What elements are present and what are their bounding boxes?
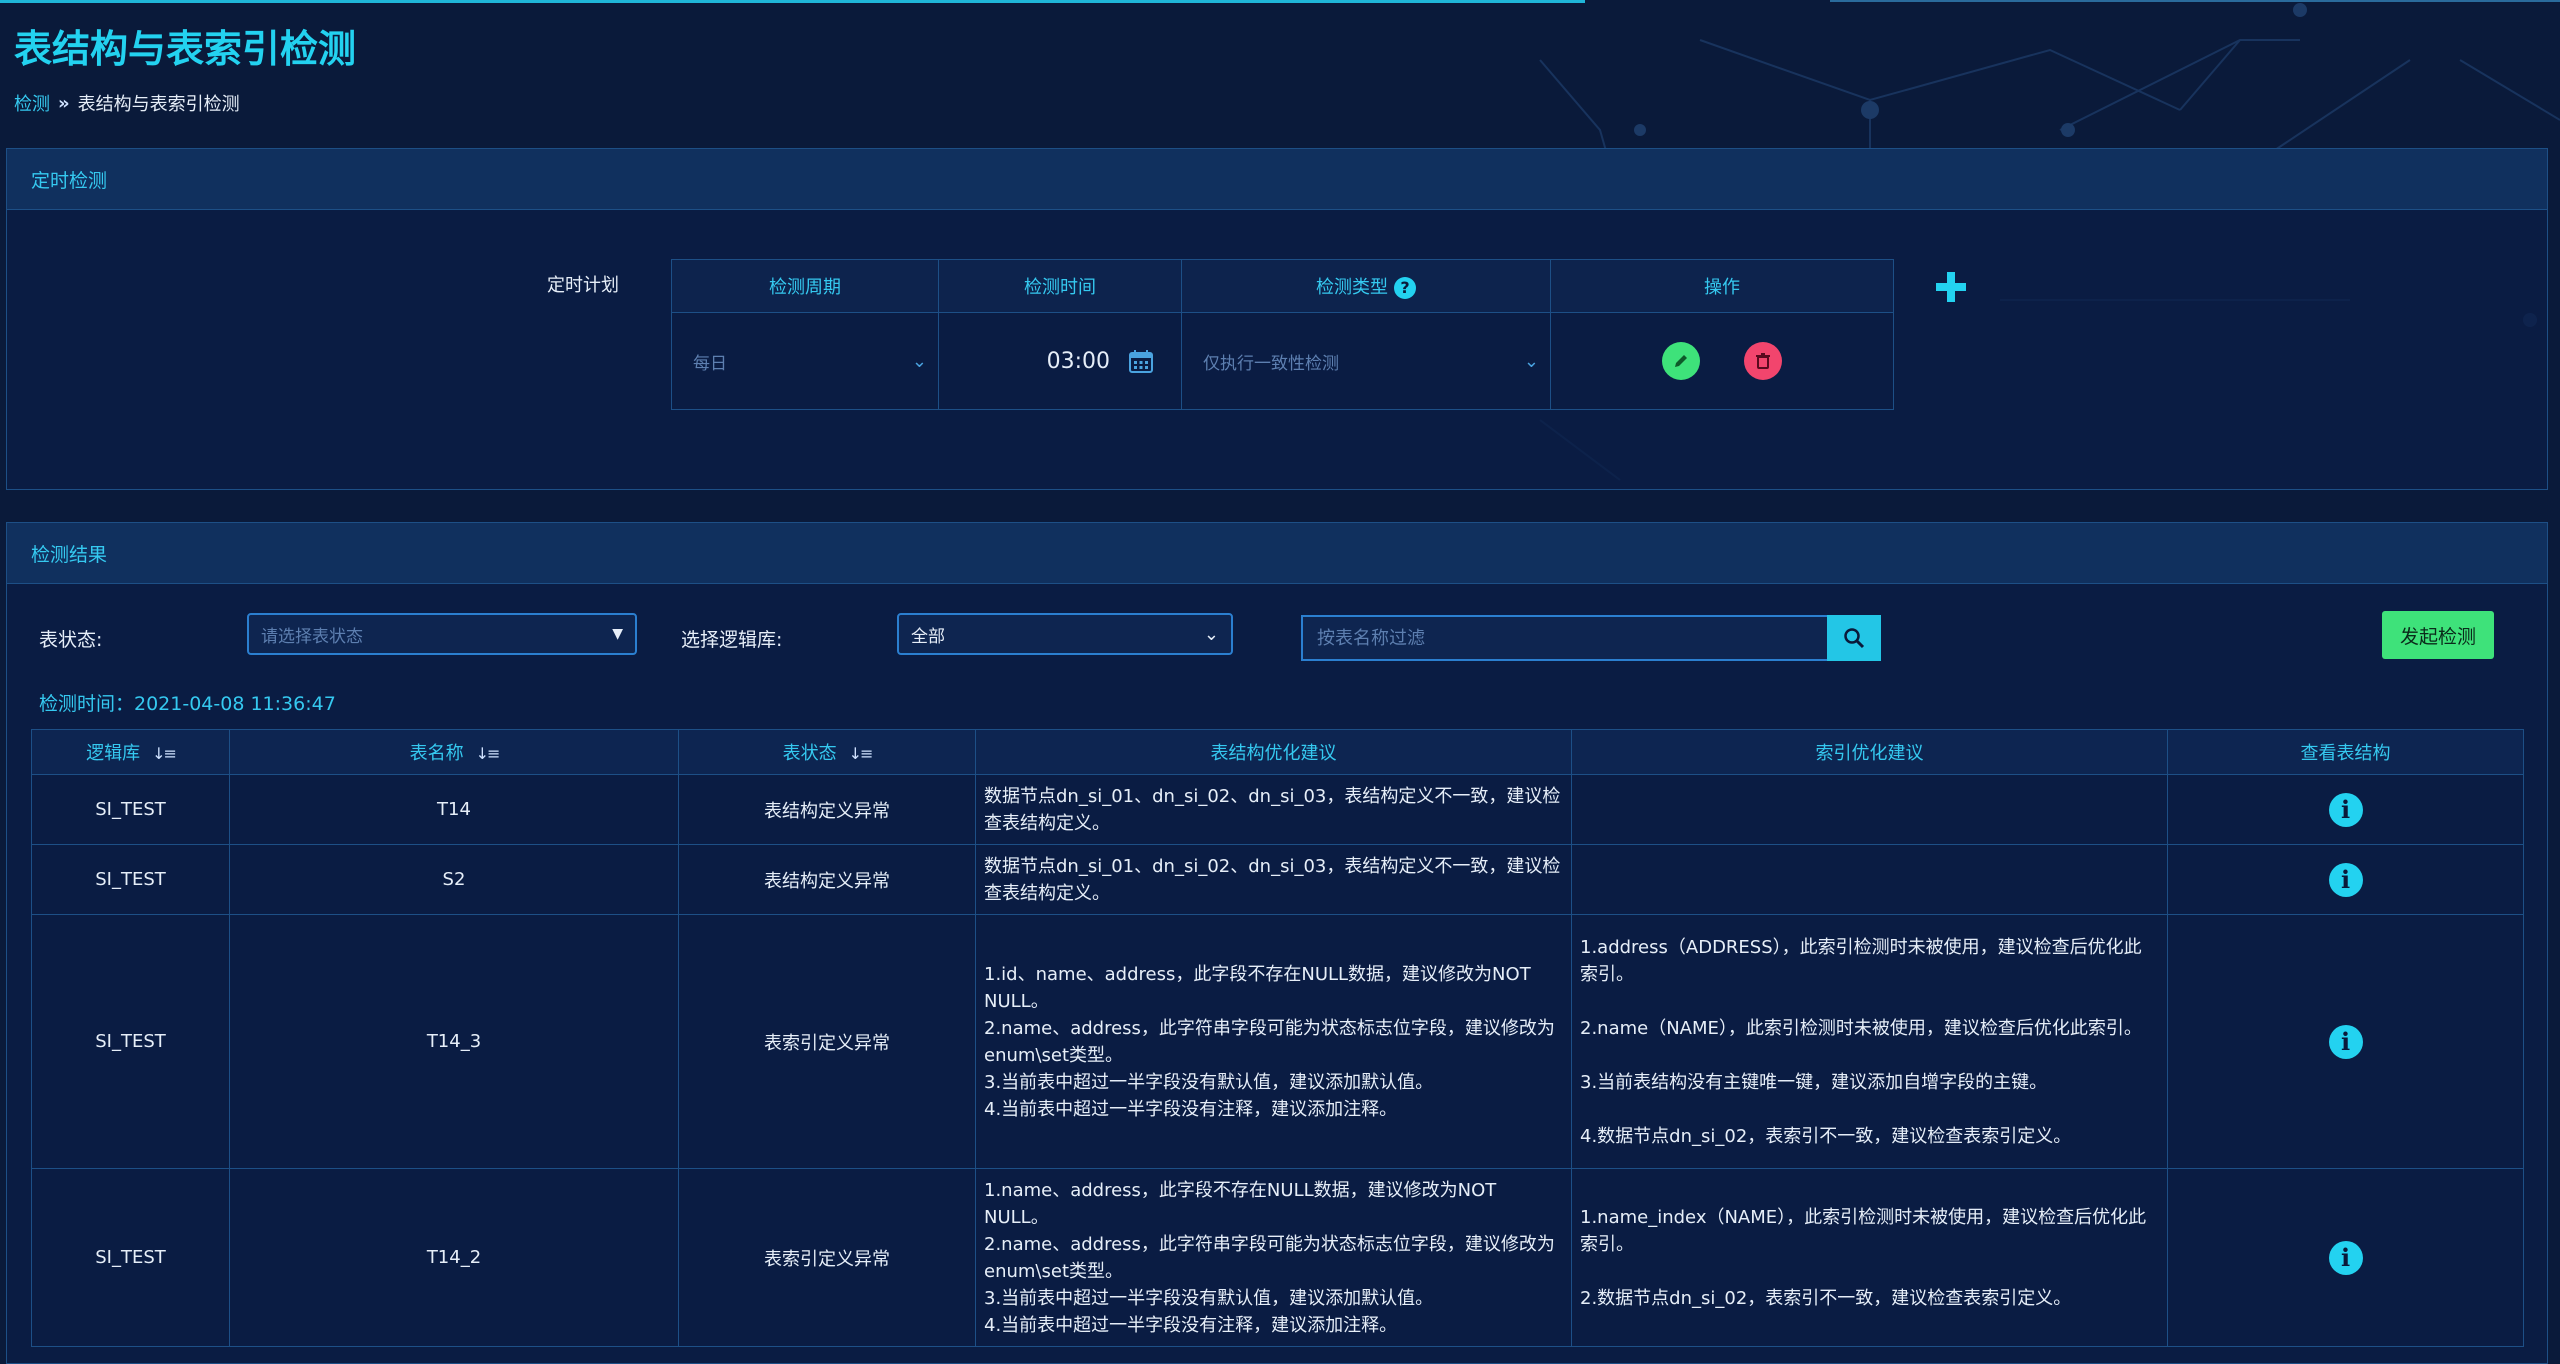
period-select-value: 每日 <box>693 353 727 374</box>
header-status-label: 表状态 <box>782 743 837 764</box>
search-input[interactable] <box>1301 615 1827 661</box>
cell-index-advice: 1.name_index（NAME），此索引检测时未被使用，建议检查后优化此索引… <box>1571 1168 2168 1347</box>
cell-name: T14_2 <box>229 1168 679 1347</box>
cell-view: i <box>2167 1168 2524 1347</box>
chevron-down-icon: ⌄ <box>1523 350 1539 372</box>
header-view: 查看表结构 <box>2167 729 2524 775</box>
cell-db: SI_TEST <box>31 914 230 1169</box>
type-select[interactable]: 仅执行一致性检测 ⌄ <box>1183 314 1549 408</box>
cell-index-advice <box>1571 844 2168 915</box>
cell-db: SI_TEST <box>31 774 230 845</box>
results-panel-title: 检测结果 <box>7 523 2547 584</box>
sort-icon[interactable]: ↓≡ <box>476 744 501 763</box>
search-icon <box>1844 628 1865 649</box>
breadcrumb: 检测 » 表结构与表索引检测 <box>14 90 240 116</box>
info-icon[interactable]: i <box>2328 1024 2363 1059</box>
status-filter-select[interactable]: 请选择表状态 ▼ <box>247 613 637 655</box>
breadcrumb-separator: » <box>58 92 70 114</box>
cell-structure-advice: 1.id、name、address，此字段不存在NULL数据，建议修改为NOT … <box>975 914 1572 1169</box>
cell-view: i <box>2167 914 2524 1169</box>
col-time: 检测时间 <box>938 259 1182 313</box>
header-name-label: 表名称 <box>409 743 464 764</box>
period-select[interactable]: 每日 ⌄ <box>673 314 937 408</box>
type-select-value: 仅执行一致性检测 <box>1203 353 1339 374</box>
results-header-row: 逻辑库 ↓≡ 表名称 ↓≡ 表状态 ↓≡ 表结构优化建议 索引优化建议 查看表结构 <box>31 729 2524 775</box>
header-structure: 表结构优化建议 <box>975 729 1572 775</box>
calendar-icon <box>1129 350 1153 373</box>
cell-structure-advice: 1.name、address，此字段不存在NULL数据，建议修改为NOT NUL… <box>975 1168 1572 1347</box>
results-table: 逻辑库 ↓≡ 表名称 ↓≡ 表状态 ↓≡ 表结构优化建议 索引优化建议 查看表结构 S… <box>31 729 2524 1347</box>
cell-view: i <box>2167 774 2524 845</box>
filter-row: 表状态: 请选择表状态 ▼ 选择逻辑库: 全部 ⌄ <box>7 611 2547 661</box>
time-picker[interactable]: 03:00 <box>940 348 1180 374</box>
cell-status: 表结构定义异常 <box>678 774 976 845</box>
table-row: SI_TEST S2 表结构定义异常 数据节点dn_si_01、dn_si_02… <box>31 844 2524 915</box>
trash-icon <box>1756 353 1770 369</box>
schedule-panel-title: 定时检测 <box>7 149 2547 210</box>
table-row: SI_TEST T14_3 表索引定义异常 1.id、name、address，… <box>31 914 2524 1169</box>
sort-icon[interactable]: ↓≡ <box>849 744 874 763</box>
cell-status: 表索引定义异常 <box>678 1168 976 1347</box>
table-name-search <box>1301 615 1881 661</box>
edit-button[interactable] <box>1662 342 1700 380</box>
schedule-plan-label: 定时计划 <box>547 275 619 296</box>
search-button[interactable] <box>1827 615 1881 661</box>
chevron-down-icon: ⌄ <box>911 350 927 372</box>
status-filter-label: 表状态: <box>39 629 103 651</box>
cell-status: 表结构定义异常 <box>678 844 976 915</box>
page-title: 表结构与表索引检测 <box>14 27 357 71</box>
header-db[interactable]: 逻辑库 ↓≡ <box>31 729 230 775</box>
results-panel: 检测结果 表状态: 请选择表状态 ▼ 选择逻辑库: 全部 ⌄ 发起检测 检测时间… <box>6 522 2548 1364</box>
info-icon[interactable]: i <box>2328 1240 2363 1275</box>
cell-index-advice: 1.address（ADDRESS），此索引检测时未被使用，建议检查后优化此索引… <box>1571 914 2168 1169</box>
header-index: 索引优化建议 <box>1571 729 2168 775</box>
top-accent-line-secondary <box>1830 0 2560 2</box>
plus-icon <box>1936 272 1966 302</box>
type-select-cell: 仅执行一致性检测 ⌄ <box>1181 312 1551 410</box>
delete-button[interactable] <box>1744 342 1782 380</box>
breadcrumb-parent-link[interactable]: 检测 <box>14 90 50 116</box>
top-accent-line <box>0 0 1585 3</box>
cell-index-advice <box>1571 774 2168 845</box>
table-row: SI_TEST T14_2 表索引定义异常 1.name、address，此字段… <box>31 1168 2524 1347</box>
table-row: SI_TEST T14 表结构定义异常 数据节点dn_si_01、dn_si_0… <box>31 774 2524 845</box>
time-cell: 03:00 <box>938 312 1182 410</box>
chevron-down-icon: ⌄ <box>1203 623 1219 645</box>
db-filter-label: 选择逻辑库: <box>681 629 783 651</box>
time-value: 03:00 <box>1046 348 1110 374</box>
cell-view: i <box>2167 844 2524 915</box>
add-schedule-button[interactable] <box>1933 269 1969 305</box>
cell-structure-advice: 数据节点dn_si_01、dn_si_02、dn_si_03，表结构定义不一致，… <box>975 774 1572 845</box>
schedule-panel: 定时检测 定时计划 检测周期 检测时间 检测类型? 操作 每日 ⌄ 03:00 <box>6 148 2548 490</box>
col-period: 检测周期 <box>671 259 939 313</box>
header-status[interactable]: 表状态 ↓≡ <box>678 729 976 775</box>
status-filter-placeholder: 请选择表状态 <box>261 626 363 647</box>
caret-down-icon: ▼ <box>612 626 623 642</box>
cell-db: SI_TEST <box>31 1168 230 1347</box>
header-db-label: 逻辑库 <box>86 743 141 764</box>
breadcrumb-current: 表结构与表索引检测 <box>77 94 240 115</box>
period-select-cell: 每日 ⌄ <box>671 312 939 410</box>
question-icon[interactable]: ? <box>1394 277 1416 299</box>
db-filter-value: 全部 <box>911 626 945 647</box>
cell-name: T14_3 <box>229 914 679 1169</box>
check-time: 检测时间：2021-04-08 11:36:47 <box>39 693 336 715</box>
pencil-icon <box>1675 355 1687 367</box>
col-type: 检测类型? <box>1181 259 1551 313</box>
info-icon[interactable]: i <box>2328 792 2363 827</box>
cell-structure-advice: 数据节点dn_si_01、dn_si_02、dn_si_03，表结构定义不一致，… <box>975 844 1572 915</box>
actions-cell <box>1550 312 1894 410</box>
schedule-table: 检测周期 检测时间 检测类型? 操作 每日 ⌄ 03:00 仅执行一致性检测 ⌄ <box>671 259 1894 410</box>
cell-db: SI_TEST <box>31 844 230 915</box>
cell-name: S2 <box>229 844 679 915</box>
cell-name: T14 <box>229 774 679 845</box>
cell-status: 表索引定义异常 <box>678 914 976 1169</box>
sort-icon[interactable]: ↓≡ <box>152 744 177 763</box>
db-filter-select[interactable]: 全部 ⌄ <box>897 613 1233 655</box>
info-icon[interactable]: i <box>2328 862 2363 897</box>
header-name[interactable]: 表名称 ↓≡ <box>229 729 679 775</box>
launch-check-button[interactable]: 发起检测 <box>2382 611 2494 659</box>
col-actions: 操作 <box>1550 259 1894 313</box>
col-type-label: 检测类型 <box>1316 277 1388 298</box>
